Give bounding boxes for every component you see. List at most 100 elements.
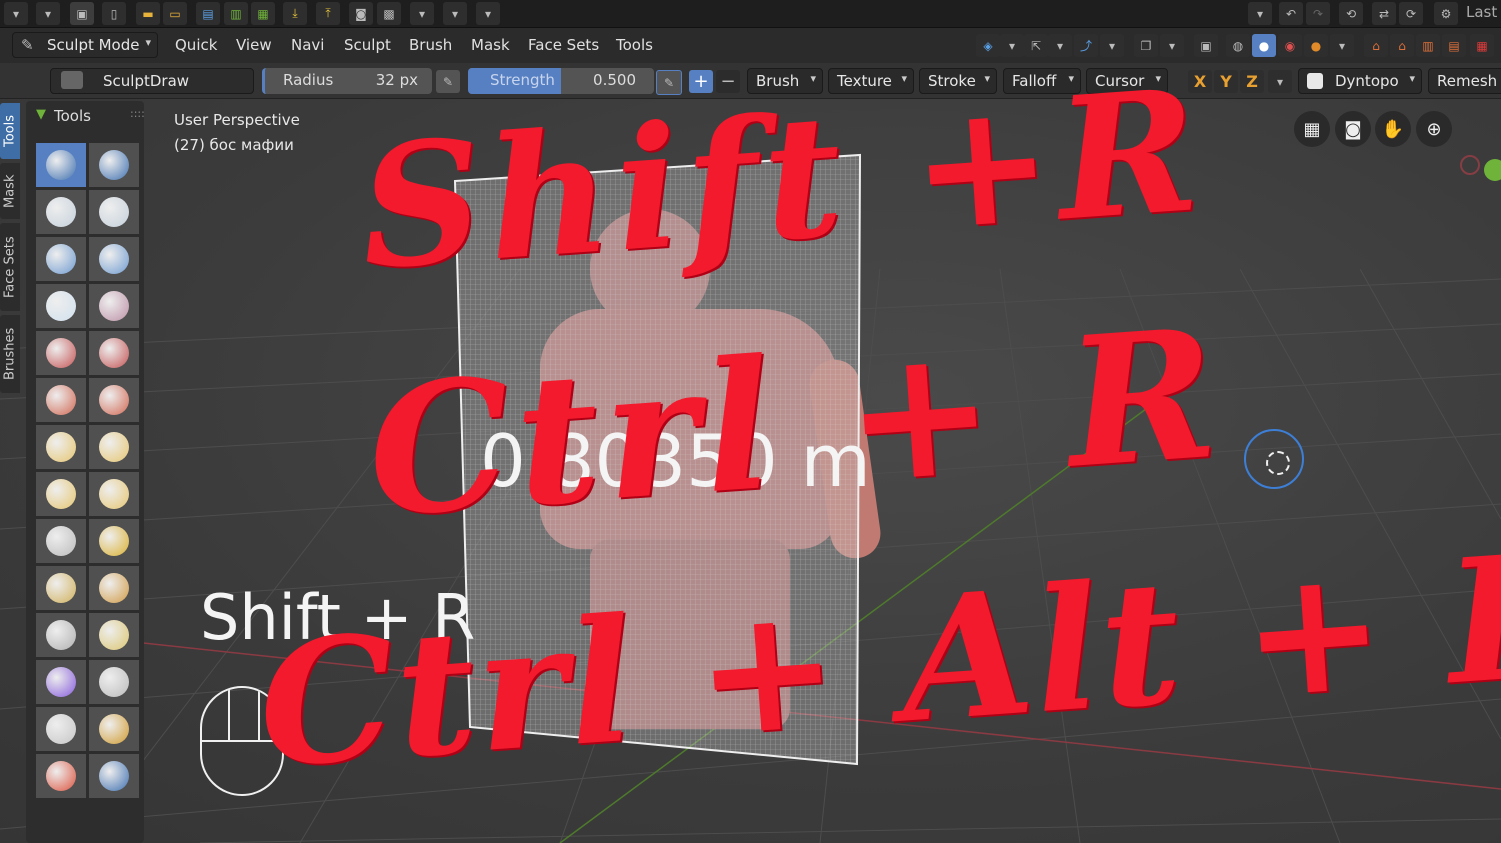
tab-mask[interactable]: Mask: [0, 163, 20, 219]
film-icon[interactable]: ▩: [377, 2, 401, 25]
sculpt-tool-button[interactable]: [36, 425, 86, 469]
sculpt-tool-button[interactable]: [36, 237, 86, 281]
chevron-down-icon[interactable]: ▾: [1330, 34, 1354, 57]
sculpt-tool-button[interactable]: [36, 378, 86, 422]
mirror-y-toggle[interactable]: Y: [1214, 70, 1238, 93]
import-icon[interactable]: ⤓: [283, 2, 307, 25]
sculpt-tool-button[interactable]: [89, 190, 139, 234]
collapse-triangle-icon[interactable]: ▼: [36, 107, 46, 122]
sculpt-tool-button[interactable]: [36, 566, 86, 610]
sculpt-tool-button[interactable]: [36, 143, 86, 187]
dyntopo-checkbox[interactable]: [1307, 73, 1323, 89]
recent-folder-icon[interactable]: ▭: [163, 2, 187, 25]
zoom-icon[interactable]: ⊕: [1416, 111, 1452, 147]
menu-brush[interactable]: Brush: [409, 36, 452, 54]
camera-icon[interactable]: ◙: [1335, 111, 1371, 147]
mode-selector[interactable]: ✎ Sculpt Mode ▾: [12, 32, 158, 58]
sculpt-brush-icon: [46, 197, 76, 227]
sync-icon[interactable]: ⇄: [1372, 2, 1396, 25]
new-file-icon[interactable]: ▣: [70, 2, 94, 25]
file-icon[interactable]: ▯: [102, 2, 126, 25]
sculpt-tool-button[interactable]: [89, 566, 139, 610]
chevron-down-icon[interactable]: ▾: [1248, 2, 1272, 25]
sculpt-tool-button[interactable]: [89, 284, 139, 328]
gizmo-icon[interactable]: ⇱: [1024, 34, 1048, 57]
sculpt-tool-button[interactable]: [89, 754, 139, 798]
mirror-z-toggle[interactable]: Z: [1240, 70, 1264, 93]
export-icon[interactable]: ⤒: [316, 2, 340, 25]
chevron-down-icon[interactable]: ▾: [476, 2, 500, 25]
sculpt-tool-button[interactable]: [36, 472, 86, 516]
sculpt-tool-button[interactable]: [89, 378, 139, 422]
gizmo-y-icon[interactable]: [1484, 159, 1501, 181]
chevron-down-icon[interactable]: ▾: [1048, 34, 1072, 57]
open-folder-icon[interactable]: ▬: [136, 2, 160, 25]
menu-tools[interactable]: Tools: [616, 36, 653, 54]
undo-icon[interactable]: ↶: [1279, 2, 1303, 25]
grid-view-icon[interactable]: ▦: [1294, 111, 1330, 147]
sculpt-tool-button[interactable]: [89, 237, 139, 281]
overlay-icon[interactable]: ⤴: [1074, 34, 1098, 57]
rendered-shading-icon[interactable]: ●: [1304, 34, 1328, 57]
reload-icon[interactable]: ⟳: [1399, 2, 1423, 25]
material-shading-icon[interactable]: ◉: [1278, 34, 1302, 57]
remesh-button[interactable]: Remesh: [1428, 68, 1501, 94]
chevron-down-icon[interactable]: ▾: [1000, 34, 1024, 57]
brush-selector[interactable]: SculptDraw: [50, 68, 254, 94]
chevron-down-icon[interactable]: ▾: [410, 2, 434, 25]
menu-mask[interactable]: Mask: [471, 36, 510, 54]
last-label[interactable]: Last: [1466, 3, 1497, 21]
tab-brushes[interactable]: Brushes: [0, 315, 20, 393]
sculpt-tool-button[interactable]: [89, 143, 139, 187]
redo-icon[interactable]: ↷: [1306, 2, 1330, 25]
sculpt-tool-button[interactable]: [36, 190, 86, 234]
sculpt-tool-button[interactable]: [89, 707, 139, 751]
chevron-down-icon[interactable]: ▾: [443, 2, 467, 25]
sculpt-tool-button[interactable]: [36, 284, 86, 328]
sculpt-tool-button[interactable]: [36, 613, 86, 657]
radius-pressure-icon[interactable]: ✎: [436, 70, 460, 93]
sculpt-tool-button[interactable]: [89, 660, 139, 704]
menu-navi[interactable]: Navi: [291, 36, 324, 54]
menu-sculpt[interactable]: Sculpt: [344, 36, 391, 54]
building-icon[interactable]: ▥: [1416, 34, 1440, 57]
chevron-down-icon[interactable]: ▾: [36, 2, 60, 25]
radius-field[interactable]: Radius 32 px: [262, 68, 432, 94]
sculpt-tool-button[interactable]: [36, 660, 86, 704]
wireframe-shading-icon[interactable]: ◍: [1226, 34, 1250, 57]
panel-icon[interactable]: ▤: [1442, 34, 1466, 57]
sculpt-tool-button[interactable]: [36, 707, 86, 751]
render-icon[interactable]: ◙: [349, 2, 373, 25]
sculpt-tool-button[interactable]: [89, 519, 139, 563]
dyntopo-dropdown[interactable]: Dyntopo ▾: [1298, 68, 1422, 94]
sculpt-tool-button[interactable]: [89, 472, 139, 516]
save-copy-icon[interactable]: ▦: [251, 2, 275, 25]
editor-type-dropdown-icon[interactable]: ▾: [4, 2, 28, 25]
save-as-icon[interactable]: ▥: [224, 2, 248, 25]
solid-shading-icon[interactable]: ●: [1252, 34, 1276, 57]
sculpt-tool-button[interactable]: [36, 331, 86, 375]
home-alt-icon[interactable]: ⌂: [1390, 34, 1414, 57]
home-icon[interactable]: ⌂: [1364, 34, 1388, 57]
camera-box-icon[interactable]: ▣: [1194, 34, 1218, 57]
sculpt-tool-button[interactable]: [89, 425, 139, 469]
menu-face-sets[interactable]: Face Sets: [528, 36, 599, 54]
chevron-down-icon[interactable]: ▾: [1268, 70, 1292, 93]
chevron-down-icon[interactable]: ▾: [1100, 34, 1124, 57]
pan-hand-icon[interactable]: ✋: [1375, 111, 1411, 147]
sculpt-tool-button[interactable]: [89, 331, 139, 375]
history-icon[interactable]: ⟲: [1339, 2, 1363, 25]
sculpt-tool-button[interactable]: [36, 754, 86, 798]
view-object-types-icon[interactable]: ◈: [976, 34, 1000, 57]
menu-quick[interactable]: Quick: [175, 36, 217, 54]
settings-icon[interactable]: ⚙: [1434, 2, 1458, 25]
tab-face-sets[interactable]: Face Sets: [0, 223, 20, 311]
drag-handle-icon[interactable]: ::::: [130, 107, 145, 120]
tab-tools[interactable]: Tools: [0, 103, 20, 159]
gizmo-x-icon[interactable]: [1460, 155, 1480, 175]
display-icon[interactable]: ▦: [1470, 34, 1494, 57]
save-icon[interactable]: ▤: [196, 2, 220, 25]
sculpt-tool-button[interactable]: [36, 519, 86, 563]
menu-view[interactable]: View: [236, 36, 272, 54]
sculpt-tool-button[interactable]: [89, 613, 139, 657]
